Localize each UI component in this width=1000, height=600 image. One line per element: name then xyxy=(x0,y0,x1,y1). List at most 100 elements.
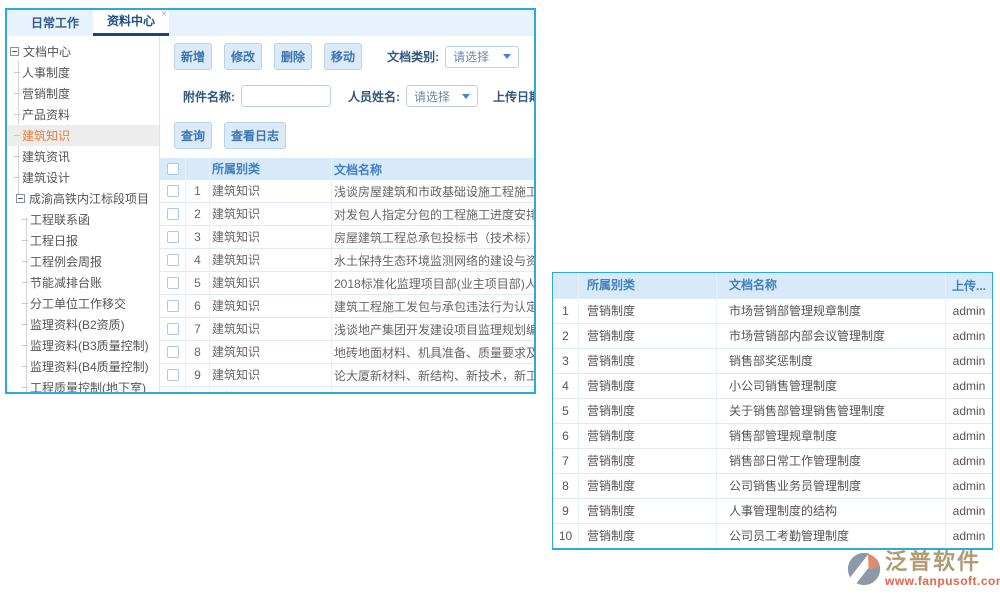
chevron-down-icon xyxy=(462,94,470,99)
row-doc-name: 公司销售业务员管理制度 xyxy=(717,474,946,498)
tab-inactive[interactable]: 日常工作 xyxy=(17,10,93,36)
attachment-name-input[interactable] xyxy=(241,85,331,107)
table-row[interactable]: 5建筑知识2018标准化监理项目部(业主项目部)人员... xyxy=(160,272,534,295)
marketing-doc-table: 所属别类 文档名称 上传... 1营销制度市场营销部管理规章制度admin2营销… xyxy=(552,272,993,550)
row-checkbox[interactable] xyxy=(167,323,179,335)
row-category: 建筑知识 xyxy=(210,387,332,393)
table-row[interactable]: 4营销制度小公司销售管理制度admin xyxy=(553,373,992,398)
sidebar-item[interactable]: 建筑资讯 xyxy=(7,146,159,167)
table-row[interactable]: 10建筑知识大厦地下室加气砼墙砌筑工程的施工方... xyxy=(160,387,534,393)
row-checkbox[interactable] xyxy=(167,392,179,393)
table-row[interactable]: 6建筑知识建筑工程施工发包与承包违法行为认定... xyxy=(160,295,534,318)
query-button[interactable]: 查询 xyxy=(174,122,212,149)
table-row[interactable]: 6营销制度销售部管理规章制度admin xyxy=(553,423,992,448)
sidebar-item-label: 分工单位工作移交 xyxy=(30,295,126,312)
sidebar-item[interactable]: 监理资料(B3质量控制) xyxy=(7,335,159,356)
tree-branch-line xyxy=(14,156,20,157)
table-row[interactable]: 1营销制度市场营销部管理规章制度admin xyxy=(553,298,992,323)
toolbar-actions-row: 新增修改删除移动 文档类别: 请选择 文档 xyxy=(174,43,534,70)
collapse-icon[interactable] xyxy=(16,194,25,203)
row-doc-name: 销售部奖惩制度 xyxy=(717,349,946,373)
row-number-column-header xyxy=(186,158,210,180)
row-checkbox[interactable] xyxy=(167,369,179,381)
category-tree-sidebar: 文档中心人事制度营销制度产品资料建筑知识建筑资讯建筑设计成渝高铁内江标段项目工程… xyxy=(7,36,160,393)
doc-name-column-header: 文档名称 xyxy=(332,161,534,178)
table-row[interactable]: 7建筑知识浅谈地产集团开发建设项目监理规划编... xyxy=(160,318,534,341)
table-row[interactable]: 3建筑知识房屋建筑工程总承包投标书（技术标）... xyxy=(160,226,534,249)
row-doc-name: 对发包人指定分包的工程施工进度安排... xyxy=(332,206,534,223)
doc-category-select[interactable]: 请选择 xyxy=(445,46,519,68)
row-checkbox[interactable] xyxy=(167,300,179,312)
table-row[interactable]: 10营销制度公司员工考勤管理制度admin xyxy=(553,523,992,548)
sidebar-item-label: 工程质量控制(地下室) xyxy=(30,379,146,393)
sidebar-item[interactable]: 工程质量控制(地下室) xyxy=(7,377,159,393)
row-number: 7 xyxy=(553,449,579,473)
tree-branch-line xyxy=(14,93,20,94)
sidebar-item[interactable]: 营销制度 xyxy=(7,83,159,104)
row-category: 营销制度 xyxy=(579,499,717,523)
sidebar-item-label: 成渝高铁内江标段项目 xyxy=(29,190,149,207)
move-button[interactable]: 移动 xyxy=(324,43,362,70)
sidebar-item-label: 节能减排台账 xyxy=(30,274,102,291)
sidebar-item[interactable]: 节能减排台账 xyxy=(7,272,159,293)
row-doc-name: 建筑工程施工发包与承包违法行为认定... xyxy=(332,298,534,315)
row-checkbox[interactable] xyxy=(167,231,179,243)
row-checkbox[interactable] xyxy=(167,208,179,220)
row-number: 6 xyxy=(186,295,210,317)
row-uploader: admin xyxy=(946,429,992,443)
sidebar-item[interactable]: 工程联系函 xyxy=(7,209,159,230)
table-row[interactable]: 8营销制度公司销售业务员管理制度admin xyxy=(553,473,992,498)
row-checkbox[interactable] xyxy=(167,346,179,358)
category-tree: 文档中心人事制度营销制度产品资料建筑知识建筑资讯建筑设计成渝高铁内江标段项目工程… xyxy=(7,41,159,393)
tree-branch-line xyxy=(22,240,28,241)
sidebar-item[interactable]: 文档中心 xyxy=(7,41,159,62)
sidebar-item[interactable]: 工程日报 xyxy=(7,230,159,251)
row-uploader: admin xyxy=(946,304,992,318)
logo-text: 泛普软件 xyxy=(885,549,1000,575)
collapse-icon[interactable] xyxy=(10,47,19,56)
sidebar-item[interactable]: 成渝高铁内江标段项目 xyxy=(7,188,159,209)
add-button[interactable]: 新增 xyxy=(174,43,212,70)
row-uploader: admin xyxy=(946,379,992,393)
table-row[interactable]: 2营销制度市场营销部内部会议管理制度admin xyxy=(553,323,992,348)
table-row[interactable]: 5营销制度关于销售部管理销售管理制度admin xyxy=(553,398,992,423)
delete-button[interactable]: 删除 xyxy=(274,43,312,70)
tab-active[interactable]: 资料中心× xyxy=(93,10,169,36)
table-row[interactable]: 8建筑知识地砖地面材料、机具准备、质量要求及... xyxy=(160,341,534,364)
tree-branch-line xyxy=(22,303,28,304)
document-panel: 新增修改删除移动 文档类别: 请选择 文档 附件名称: 人员姓名: 请选择 上传… xyxy=(160,36,534,393)
person-name-select[interactable]: 请选择 xyxy=(406,85,478,107)
table-row[interactable]: 2建筑知识对发包人指定分包的工程施工进度安排... xyxy=(160,203,534,226)
sidebar-item[interactable]: 产品资料 xyxy=(7,104,159,125)
sidebar-item[interactable]: 分工单位工作移交 xyxy=(7,293,159,314)
row-number: 8 xyxy=(553,474,579,498)
view-log-button[interactable]: 查看日志 xyxy=(224,122,286,149)
tab-bar: 日常工作资料中心× xyxy=(7,10,534,36)
sidebar-item[interactable]: 建筑设计 xyxy=(7,167,159,188)
tree-branch-line xyxy=(14,114,20,115)
row-number: 10 xyxy=(186,387,210,393)
table-row[interactable]: 7营销制度销售部日常工作管理制度admin xyxy=(553,448,992,473)
sidebar-item[interactable]: 监理资料(B2资质) xyxy=(7,314,159,335)
sidebar-item[interactable]: 工程例会周报 xyxy=(7,251,159,272)
sidebar-item[interactable]: 监理资料(B4质量控制) xyxy=(7,356,159,377)
sidebar-item-label: 建筑资讯 xyxy=(22,148,70,165)
row-checkbox[interactable] xyxy=(167,254,179,266)
sidebar-item-selected[interactable]: 建筑知识 xyxy=(7,125,159,146)
person-name-label: 人员姓名: xyxy=(348,88,400,105)
row-checkbox[interactable] xyxy=(167,185,179,197)
row-checkbox[interactable] xyxy=(167,277,179,289)
table-row[interactable]: 9建筑知识论大厦新材料、新结构、新技术，新工... xyxy=(160,364,534,387)
select-all-checkbox[interactable] xyxy=(167,163,179,175)
sidebar-item-label: 工程联系函 xyxy=(30,211,90,228)
sidebar-item-label: 工程日报 xyxy=(30,232,78,249)
doc-name-column-header: 文档名称 xyxy=(717,273,946,298)
table-row[interactable]: 3营销制度销售部奖惩制度admin xyxy=(553,348,992,373)
table-row[interactable]: 1建筑知识浅谈房屋建筑和市政基础设施工程施工... xyxy=(160,180,534,203)
modify-button[interactable]: 修改 xyxy=(224,43,262,70)
table-row[interactable]: 9营销制度人事管理制度的结构admin xyxy=(553,498,992,523)
table-row[interactable]: 4建筑知识水土保持生态环境监测网络的建设与资... xyxy=(160,249,534,272)
close-icon[interactable]: × xyxy=(161,10,167,20)
attachment-name-label: 附件名称: xyxy=(183,88,235,105)
sidebar-item[interactable]: 人事制度 xyxy=(7,62,159,83)
